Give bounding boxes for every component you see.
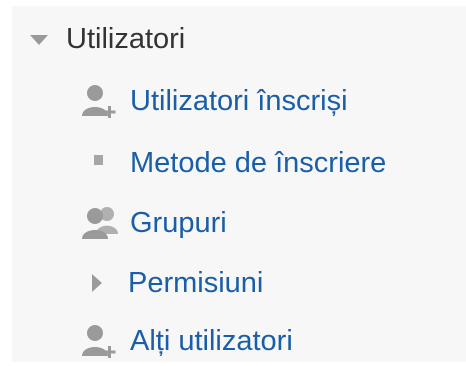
- navigation-panel: Utilizatori Utilizatori înscriși Metode …: [12, 6, 466, 362]
- menu-item-enrolment-methods[interactable]: Metode de înscriere: [78, 140, 386, 186]
- menu-item-label[interactable]: Alți utilizatori: [130, 318, 293, 364]
- menu-item-permissions[interactable]: Permisiuni: [78, 260, 263, 306]
- menu-item-label[interactable]: Utilizatori înscriși: [130, 78, 348, 124]
- user-add-icon: [78, 81, 122, 121]
- menu-item-label[interactable]: Permisiuni: [128, 260, 263, 306]
- menu-item-label[interactable]: Grupuri: [130, 200, 227, 246]
- bullet-icon: [94, 155, 103, 165]
- menu-item-enrolled-users[interactable]: Utilizatori înscriși: [78, 78, 348, 124]
- users-group-icon: [78, 203, 122, 243]
- user-add-icon: [78, 321, 122, 361]
- users-section-label[interactable]: Utilizatori: [66, 16, 185, 62]
- users-section-header[interactable]: Utilizatori: [30, 16, 185, 62]
- caret-right-icon[interactable]: [92, 274, 102, 292]
- menu-item-other-users[interactable]: Alți utilizatori: [78, 318, 293, 364]
- menu-item-groups[interactable]: Grupuri: [78, 200, 227, 246]
- menu-item-label[interactable]: Metode de înscriere: [130, 140, 386, 186]
- caret-down-icon[interactable]: [30, 35, 48, 45]
